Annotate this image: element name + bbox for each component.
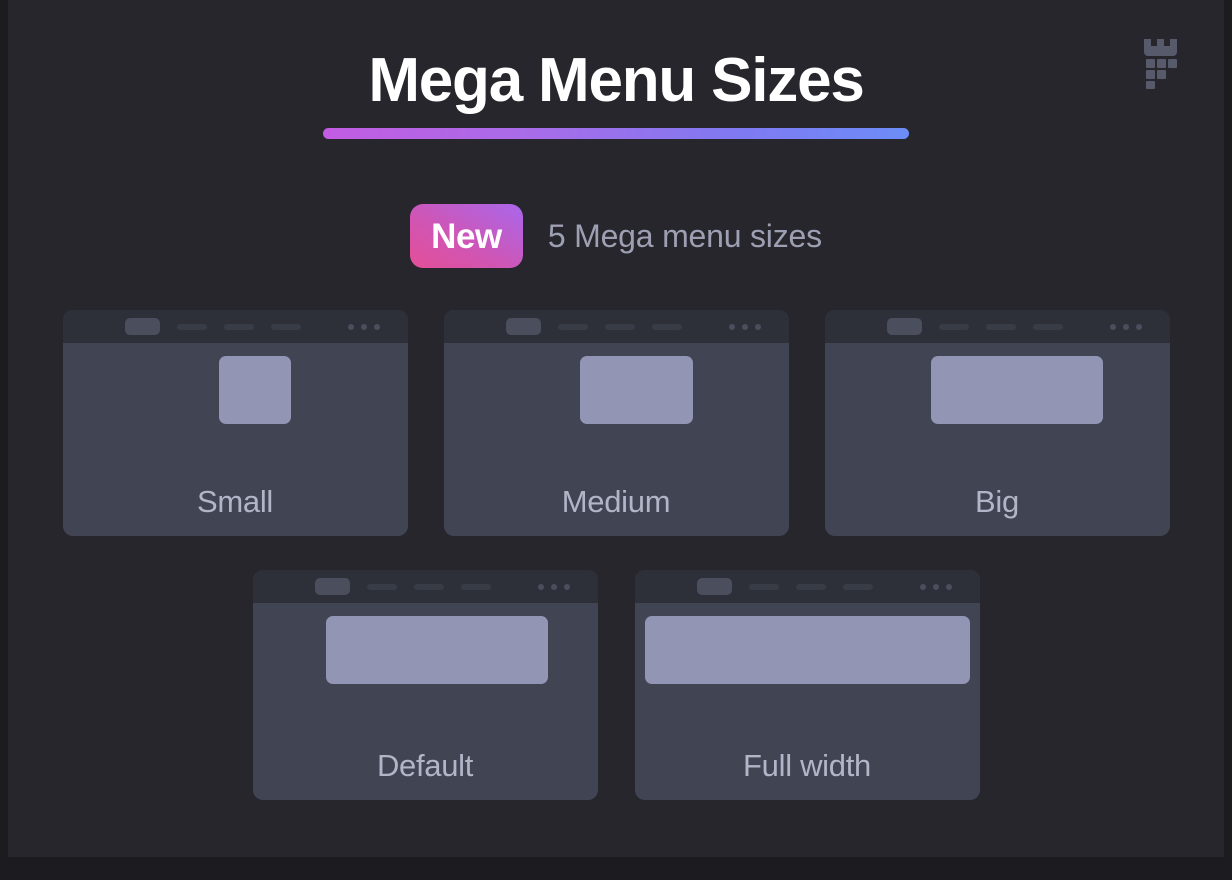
dot (919, 583, 926, 590)
nav-dash (985, 323, 1016, 330)
size-card-default[interactable]: Default (252, 570, 598, 800)
new-badge: New (410, 204, 523, 268)
nav-dash (938, 323, 969, 330)
card-nav-group (314, 578, 491, 595)
nav-dash (176, 323, 207, 330)
nav-active-pill (886, 318, 922, 335)
card-nav-group (505, 318, 682, 335)
size-card-medium[interactable]: Medium (443, 310, 789, 536)
dot (563, 583, 570, 590)
dot (373, 323, 380, 330)
card-mock-navbar (62, 310, 408, 343)
dot (1122, 323, 1129, 330)
card-body: Default (253, 603, 598, 800)
nav-overflow-dots-icon (919, 583, 952, 590)
nav-active-pill (124, 318, 160, 335)
card-mock-navbar (824, 310, 1170, 343)
size-card-big[interactable]: Big (824, 310, 1170, 536)
nav-active-pill (696, 578, 732, 595)
dot (537, 583, 544, 590)
mega-menu-panel-preview (326, 616, 548, 684)
card-body: Big (825, 343, 1170, 536)
card-body: Full width (635, 603, 980, 800)
card-row-bottom: Default Full width (8, 570, 1224, 800)
card-mock-navbar (443, 310, 789, 343)
card-label: Default (376, 748, 474, 783)
subtitle-text: 5 Mega menu sizes (547, 217, 822, 254)
dot (1109, 323, 1116, 330)
nav-dash (557, 323, 588, 330)
page-header: Mega Menu Sizes (8, 46, 1224, 139)
card-label: Small (196, 484, 273, 519)
card-body: Medium (444, 343, 789, 536)
mega-menu-panel-preview (579, 356, 693, 424)
card-nav-group (696, 578, 873, 595)
dot (360, 323, 367, 330)
nav-overflow-dots-icon (537, 583, 570, 590)
card-label: Medium (561, 484, 671, 519)
card-nav-group (124, 318, 301, 335)
dot (932, 583, 939, 590)
mega-menu-panel-preview (644, 616, 970, 684)
card-body: Small (63, 343, 408, 536)
dot (1135, 323, 1142, 330)
nav-dash (413, 583, 444, 590)
dot (728, 323, 735, 330)
nav-active-pill (505, 318, 541, 335)
dot (754, 323, 761, 330)
nav-dash (223, 323, 254, 330)
page-title: Mega Menu Sizes (368, 46, 865, 115)
dot (741, 323, 748, 330)
nav-dash (651, 323, 682, 330)
size-card-small[interactable]: Small (62, 310, 408, 536)
nav-dash (795, 583, 826, 590)
card-row-top: Small Medium Big (8, 310, 1224, 536)
nav-dash (270, 323, 301, 330)
card-mock-navbar (634, 570, 980, 603)
nav-dash (1032, 323, 1063, 330)
page-stage: Mega Menu Sizes New 5 Mega menu sizes Sm… (8, 0, 1224, 857)
nav-overflow-dots-icon (1109, 323, 1142, 330)
dot (347, 323, 354, 330)
card-nav-group (886, 318, 1063, 335)
dot (550, 583, 557, 590)
title-gradient-rule (323, 127, 909, 139)
nav-dash (366, 583, 397, 590)
mega-menu-panel-preview (931, 356, 1103, 424)
dot (945, 583, 952, 590)
mega-menu-panel-preview (219, 356, 291, 424)
nav-dash (460, 583, 491, 590)
subtitle-row: New 5 Mega menu sizes (8, 204, 1224, 268)
nav-dash (604, 323, 635, 330)
card-mock-navbar (252, 570, 598, 603)
nav-overflow-dots-icon (728, 323, 761, 330)
nav-dash (748, 583, 779, 590)
card-label: Full width (743, 748, 871, 783)
nav-overflow-dots-icon (347, 323, 380, 330)
size-card-fullwidth[interactable]: Full width (634, 570, 980, 800)
nav-active-pill (314, 578, 350, 595)
nav-dash (842, 583, 873, 590)
card-label: Big (975, 484, 1019, 519)
